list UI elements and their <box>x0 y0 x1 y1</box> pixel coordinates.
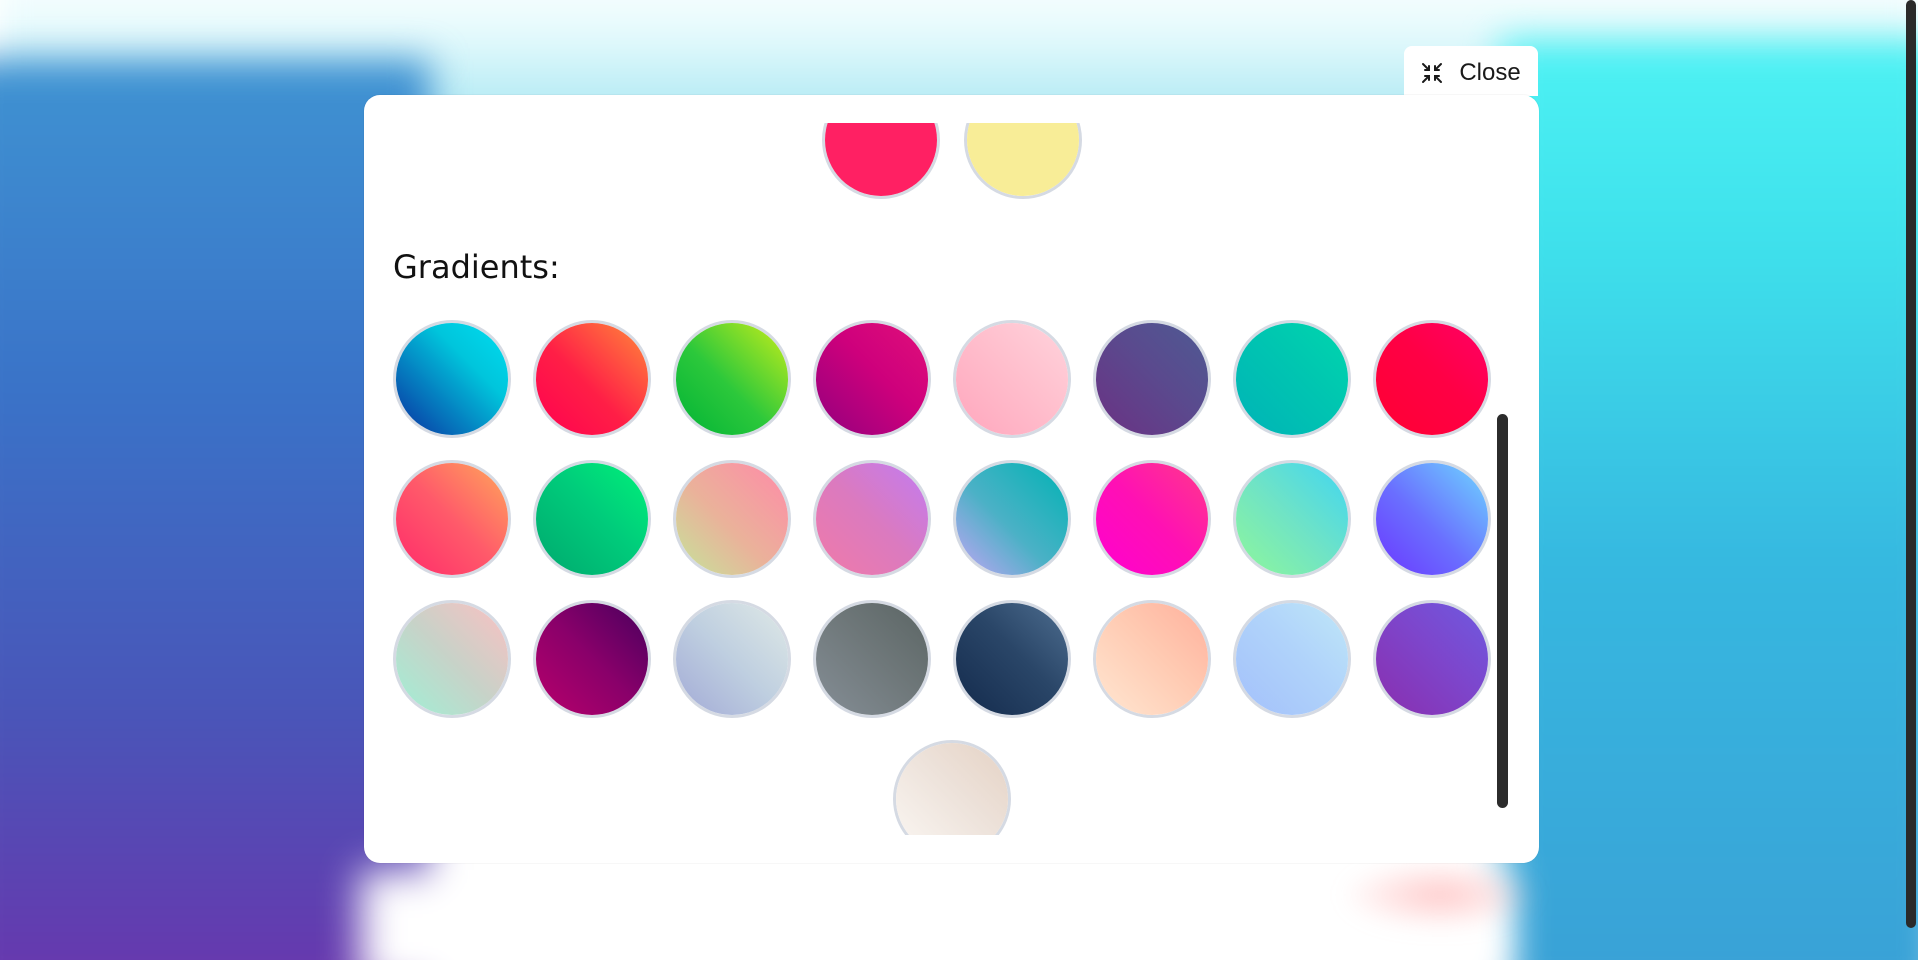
gradients-grid <box>393 320 1491 718</box>
gradient-swatch[interactable] <box>813 320 931 438</box>
gradients-heading: Gradients: <box>393 248 560 286</box>
swatch-fill <box>816 463 928 575</box>
gradient-swatch[interactable] <box>1373 460 1491 578</box>
gradient-swatch[interactable] <box>393 600 511 718</box>
swatch-fill <box>1376 463 1488 575</box>
gradient-swatch[interactable] <box>1233 600 1351 718</box>
gradient-swatch[interactable] <box>953 600 1071 718</box>
swatch-fill <box>956 463 1068 575</box>
close-button[interactable]: Close <box>1404 46 1538 96</box>
swatch-fill <box>1236 603 1348 715</box>
swatch-fill <box>816 323 928 435</box>
swatch-fill <box>396 323 508 435</box>
swatch-fill <box>676 323 788 435</box>
swatch-fill <box>1376 323 1488 435</box>
gradient-swatch[interactable] <box>393 320 511 438</box>
swatch-fill <box>895 743 1008 835</box>
gradient-swatch[interactable] <box>1093 460 1211 578</box>
page-scrollbar[interactable] <box>1906 0 1916 928</box>
gradient-swatch[interactable] <box>673 320 791 438</box>
gradient-swatch[interactable] <box>953 460 1071 578</box>
solid-color-swatch[interactable] <box>821 123 940 199</box>
gradient-swatch[interactable] <box>673 600 791 718</box>
swatch-fill <box>536 603 648 715</box>
swatch-fill <box>676 603 788 715</box>
solid-colors-row <box>364 123 1539 199</box>
background-right-panel <box>1500 40 1918 960</box>
gradient-swatch[interactable] <box>1233 320 1351 438</box>
gradient-swatch[interactable] <box>892 740 1011 835</box>
gradient-swatch[interactable] <box>813 600 931 718</box>
collapse-icon <box>1422 63 1443 83</box>
swatch-fill <box>816 603 928 715</box>
background-picker-modal: Gradients: <box>364 95 1539 863</box>
gradient-swatch[interactable] <box>533 460 651 578</box>
swatch-fill <box>1376 603 1488 715</box>
swatch-fill <box>1236 323 1348 435</box>
swatch-fill <box>956 323 1068 435</box>
modal-scrollbar[interactable] <box>1497 414 1508 808</box>
swatch-fill <box>676 463 788 575</box>
gradient-swatch[interactable] <box>1093 600 1211 718</box>
gradients-overflow-row <box>364 740 1539 835</box>
background-bottom-fade <box>360 870 1510 960</box>
swatch-fill <box>536 463 648 575</box>
background-red-hint <box>1340 860 1540 930</box>
swatch-fill <box>1236 463 1348 575</box>
swatch-scroll-area: Gradients: <box>364 123 1539 835</box>
swatch-fill <box>1096 463 1208 575</box>
gradient-swatch[interactable] <box>1233 460 1351 578</box>
gradient-swatch[interactable] <box>813 460 931 578</box>
gradient-swatch[interactable] <box>953 320 1071 438</box>
swatch-fill <box>824 123 937 196</box>
swatch-fill <box>966 123 1079 196</box>
close-label: Close <box>1459 59 1521 86</box>
gradient-swatch[interactable] <box>533 600 651 718</box>
gradient-swatch[interactable] <box>1373 320 1491 438</box>
gradient-swatch[interactable] <box>533 320 651 438</box>
swatch-fill <box>956 603 1068 715</box>
swatch-fill <box>396 603 508 715</box>
gradient-swatch[interactable] <box>1093 320 1211 438</box>
swatch-fill <box>1096 603 1208 715</box>
gradient-swatch[interactable] <box>393 460 511 578</box>
solid-color-swatch[interactable] <box>963 123 1082 199</box>
swatch-fill <box>536 323 648 435</box>
swatch-fill <box>1096 323 1208 435</box>
gradient-swatch[interactable] <box>673 460 791 578</box>
gradient-swatch[interactable] <box>1373 600 1491 718</box>
swatch-fill <box>396 463 508 575</box>
